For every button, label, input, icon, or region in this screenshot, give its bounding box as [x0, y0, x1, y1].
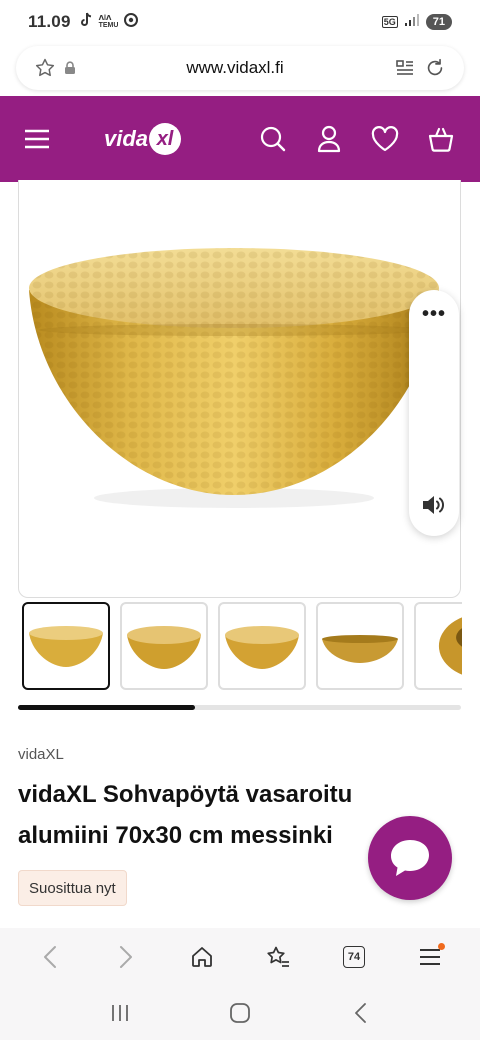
reader-mode-icon[interactable]: [390, 53, 420, 83]
menu-icon[interactable]: [22, 124, 52, 154]
logo-mark: xl: [149, 123, 182, 155]
home-icon[interactable]: [218, 991, 262, 1035]
thumbnail-1[interactable]: [22, 602, 110, 690]
product-main-image[interactable]: [18, 180, 461, 598]
header-actions: [256, 122, 458, 156]
recents-icon[interactable]: [98, 991, 142, 1035]
signal-icon: [404, 13, 420, 32]
bookmarks-icon[interactable]: [256, 935, 300, 979]
tabs-count: 74: [347, 951, 361, 963]
lock-icon: [60, 53, 80, 83]
product-photo: [29, 248, 439, 508]
menu-notification-dot: [438, 943, 445, 950]
popular-badge: Suosittua nyt: [18, 870, 127, 906]
volume-icon[interactable]: [421, 493, 447, 522]
back-icon[interactable]: [28, 935, 72, 979]
system-navigation-bar: [0, 986, 480, 1040]
wishlist-heart-icon[interactable]: [368, 122, 402, 156]
app-label-1: ꓥlꓥ: [98, 15, 112, 22]
chat-button[interactable]: [368, 816, 452, 900]
app-label-icon: ꓥlꓥ TEMU: [99, 15, 119, 29]
tabs-icon[interactable]: 74: [332, 935, 376, 979]
media-side-panel: •••: [409, 290, 459, 536]
battery-indicator: 71: [425, 14, 452, 30]
home-icon[interactable]: [180, 935, 224, 979]
gallery-scroll-progress: [18, 705, 196, 710]
thumbnail-4[interactable]: [316, 602, 404, 690]
product-title: vidaXL Sohvapöytä vasaroitu alumiini 70x…: [18, 781, 353, 849]
thumbnail-5[interactable]: [414, 602, 462, 690]
more-icon[interactable]: •••: [422, 304, 446, 324]
status-bar: 11.09 ꓥlꓥ TEMU 5G 71: [0, 0, 480, 44]
logo-text: vida: [104, 126, 149, 151]
site-header: vida xl: [0, 96, 480, 182]
address-bar[interactable]: www.vidaxl.fi: [16, 46, 464, 90]
app-label-2: TEMU: [98, 22, 119, 29]
account-icon[interactable]: [312, 122, 346, 156]
gallery-scroll-track: [18, 705, 461, 710]
chrome-icon: [124, 12, 139, 32]
network-label: 5G: [381, 16, 398, 28]
thumbnail-3[interactable]: [218, 602, 306, 690]
thumbnail-strip[interactable]: [22, 602, 462, 694]
status-time: 11.09: [28, 12, 71, 31]
reload-icon[interactable]: [420, 53, 450, 83]
vidaxl-logo[interactable]: vida xl: [104, 123, 182, 155]
status-right: 5G 71: [381, 13, 452, 32]
menu-icon[interactable]: [408, 935, 452, 979]
browser-toolbar: 74: [0, 928, 480, 986]
star-icon[interactable]: [30, 53, 60, 83]
url-text[interactable]: www.vidaxl.fi: [80, 58, 390, 78]
basket-icon[interactable]: [424, 122, 458, 156]
thumbnail-2[interactable]: [120, 602, 208, 690]
product-brand[interactable]: vidaXL: [18, 746, 64, 763]
tiktok-icon: [79, 12, 93, 33]
chat-bubble-icon: [391, 840, 429, 876]
search-icon[interactable]: [256, 122, 290, 156]
back-icon[interactable]: [338, 991, 382, 1035]
forward-icon[interactable]: [104, 935, 148, 979]
notification-icons: ꓥlꓥ TEMU: [79, 12, 139, 33]
